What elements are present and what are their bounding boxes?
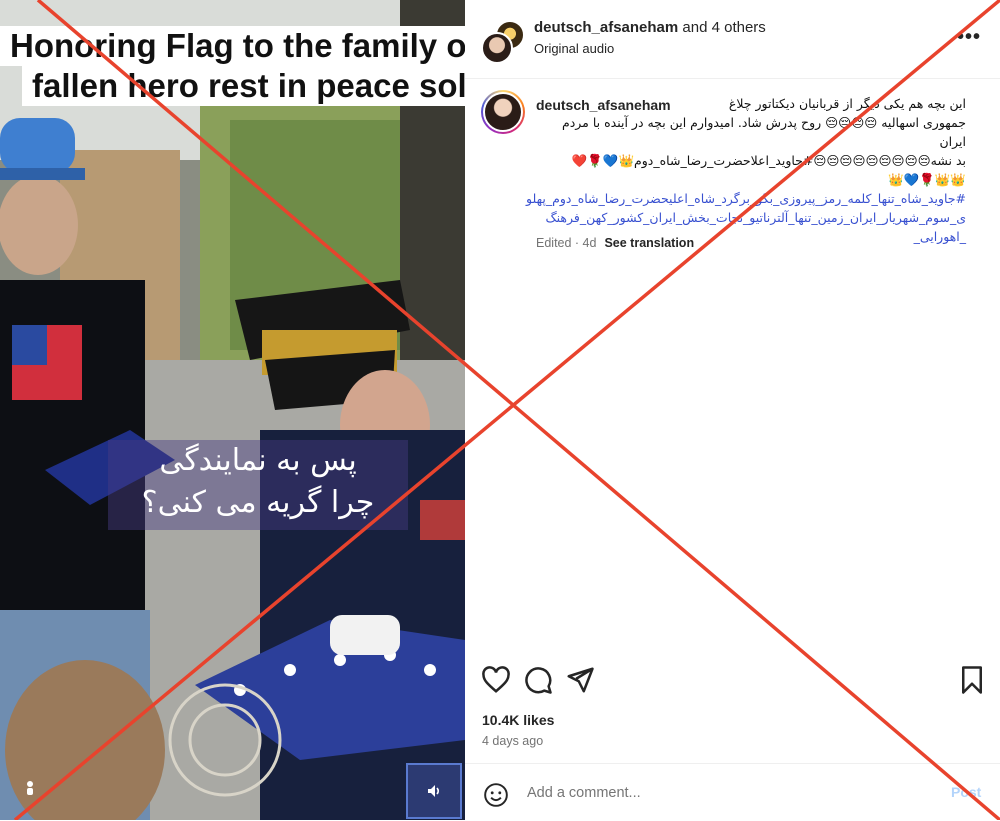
action-bar [465,665,1000,699]
post-age[interactable]: 4 days ago [482,734,543,748]
share-icon[interactable] [565,665,595,695]
sound-toggle-button[interactable] [406,763,462,819]
caption-line: 👑👑🌹💙👑 [888,172,966,187]
video-player[interactable]: Honoring Flag to the family of t fallen … [0,0,465,820]
video-frame [0,0,465,820]
hashtag-link[interactable]: #جاوید_شاه_تنها_کلمه_رمز_پیروزی_بگو_برگر… [526,189,966,208]
header-username[interactable]: deutsch_afsaneham [534,19,678,36]
caption-meta: Edited · 4d See translation [536,236,694,250]
bookmark-icon[interactable] [957,665,987,695]
subtitle-line2: چرا گریه می کنی؟ [141,485,375,520]
heart-icon[interactable] [481,665,511,695]
video-caption-line2: fallen hero rest in peace sold [22,66,465,106]
post-panel: deutsch_afsaneham and 4 others Original … [465,0,1000,820]
caption-line: این بچه هم یکی دیگر از قربانیان دیکتاتور… [728,96,966,111]
comment-icon[interactable] [523,665,553,695]
avatar [481,32,513,64]
subtitle-line1: پس به نمایندگی [159,443,357,478]
person-icon [27,781,33,795]
edited-label: Edited · 4d [536,236,597,250]
collab-avatars[interactable] [481,20,525,64]
see-translation-link[interactable]: See translation [604,236,694,250]
audio-link[interactable]: Original audio [534,41,614,56]
post-comment-button[interactable]: Post [951,784,981,800]
caption-avatar[interactable] [481,90,525,134]
more-icon[interactable]: ••• [957,26,981,49]
caption-line: بد نشه😔😔😔😔😔😔😔😔😔#جاوید_اعلاحضرت_رضا_شاه_د… [571,153,966,168]
caption-text: این بچه هم یکی دیگر از قربانیان دیکتاتور… [526,94,966,246]
hashtag-link[interactable]: ی_سوم_شهریار_ایران_زمین_تنها_آلترناتیو_ن… [536,208,966,227]
video-subtitle: پس به نمایندگی چرا گریه می کنی؟ [108,440,408,530]
header-others[interactable]: and 4 others [678,19,765,36]
speaker-icon [428,785,440,797]
caption-line: جمهوری اسهالیه 😔😔😔😔 روح پدرش شاد. امیدوا… [561,115,966,149]
comment-bar: Post [465,763,1000,821]
comment-input[interactable] [525,784,909,802]
post-header: deutsch_afsaneham and 4 others Original … [465,0,1000,79]
emoji-icon[interactable] [483,782,509,808]
video-caption-line1: Honoring Flag to the family of t [0,26,465,66]
header-author[interactable]: deutsch_afsaneham and 4 others [534,19,766,36]
avatar [483,92,523,132]
like-count[interactable]: 10.4K likes [482,712,554,728]
